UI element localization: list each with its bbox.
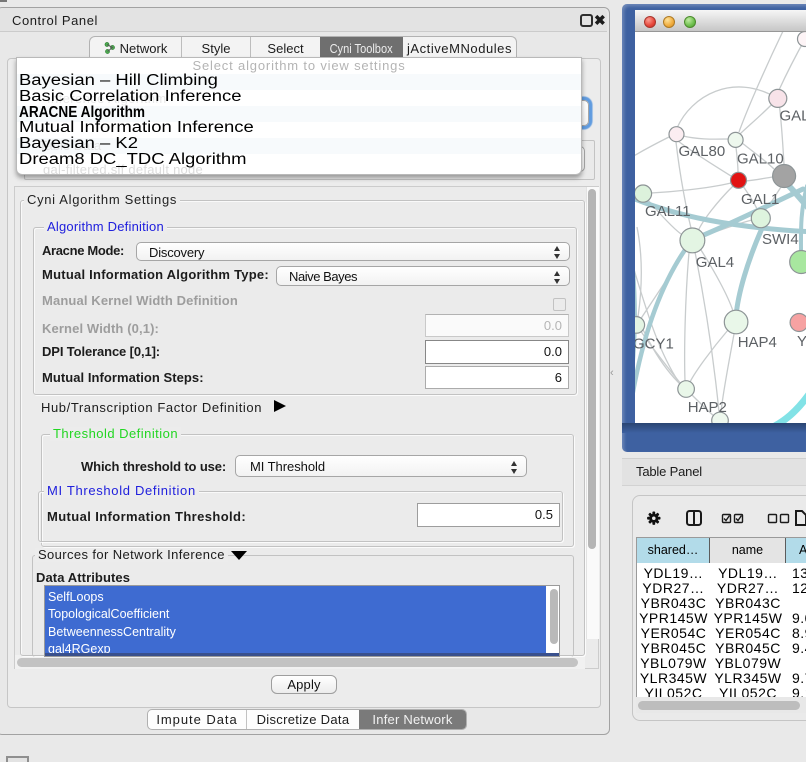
svg-text:SWI4: SWI4 [762,231,799,248]
svg-text:HAP4: HAP4 [738,334,777,351]
svg-text:GAL11: GAL11 [645,203,691,220]
svg-text:YMR05: YMR05 [797,333,806,350]
svg-text:GAL4: GAL4 [696,254,734,271]
svg-text:GAL1: GAL1 [741,191,779,208]
svg-text:GAL7: GAL7 [780,107,806,124]
svg-text:GCY1: GCY1 [635,336,674,353]
svg-text:GAL80: GAL80 [679,143,726,160]
svg-text:HAP2: HAP2 [688,399,727,416]
svg-text:GAL10: GAL10 [737,150,784,167]
